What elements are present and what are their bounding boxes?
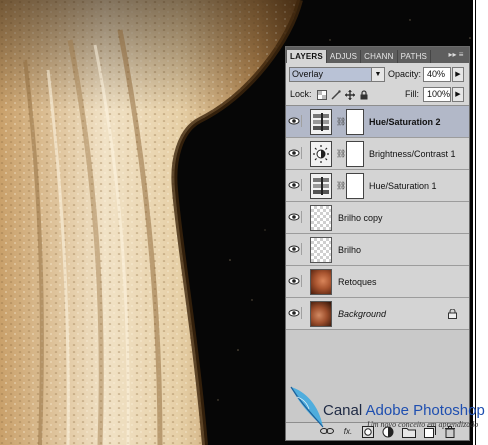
- layer-name[interactable]: Brilho: [338, 234, 361, 266]
- chain-link-icon[interactable]: ⛓: [336, 117, 346, 126]
- layer-row-brilho[interactable]: Brilho: [286, 234, 469, 266]
- eye-icon[interactable]: [288, 115, 302, 127]
- lock-fill-row: Lock: Fill: 100% ▶: [286, 87, 469, 103]
- layer-row-hue-saturation-2[interactable]: ⛓ Hue/Saturation 2: [286, 106, 469, 138]
- tab-channels[interactable]: CHANN: [361, 50, 398, 63]
- layers-list: ⛓ Hue/Saturation 2 ⛓ Brightness/Contrast…: [286, 105, 469, 422]
- eye-icon[interactable]: [288, 307, 302, 319]
- eye-icon[interactable]: [288, 147, 302, 159]
- layer-row-retoques[interactable]: Retoques: [286, 266, 469, 298]
- panel-tab-bar: LAYERS ADJUS CHANN PATHS ▸▸ ≡: [286, 47, 469, 63]
- lock-all-icon[interactable]: [359, 90, 369, 100]
- eye-icon[interactable]: [288, 211, 302, 223]
- layer-thumbnail: [310, 205, 332, 231]
- opacity-slider-arrow-icon[interactable]: ▶: [452, 67, 464, 82]
- hue-saturation-adjustment-icon: [310, 173, 332, 199]
- tab-adjustments[interactable]: ADJUS: [327, 50, 362, 63]
- channel-watermark: Canal Adobe Photoshop Um novo conceito e…: [287, 381, 487, 441]
- chevron-down-icon[interactable]: ▼: [371, 67, 385, 82]
- tab-layers[interactable]: LAYERS: [287, 50, 327, 63]
- layer-thumbnail: [310, 237, 332, 263]
- layer-row-brilho-copy[interactable]: Brilho copy: [286, 202, 469, 234]
- fill-field[interactable]: 100%: [423, 87, 451, 102]
- eye-icon[interactable]: [288, 179, 302, 191]
- lock-position-icon[interactable]: [345, 90, 355, 100]
- hue-saturation-adjustment-icon: [310, 109, 332, 135]
- layer-thumbnail: [310, 269, 332, 295]
- layer-mask-thumbnail[interactable]: [346, 109, 364, 135]
- layer-thumbnail: [310, 301, 332, 327]
- panel-menu-icon[interactable]: ▸▸ ≡: [447, 49, 465, 60]
- layer-row-background[interactable]: Background: [286, 298, 469, 330]
- layer-row-brightness-contrast-1[interactable]: ⛓ Brightness/Contrast 1: [286, 138, 469, 170]
- opacity-label: Opacity:: [388, 69, 422, 79]
- fill-label: Fill:: [405, 89, 419, 99]
- watermark-tagline: Um novo conceito em aprendizado: [367, 420, 479, 429]
- layer-name[interactable]: Brightness/Contrast 1: [369, 138, 456, 170]
- eye-icon[interactable]: [288, 243, 302, 255]
- opacity-field[interactable]: 40%: [423, 67, 451, 82]
- lock-pixels-icon[interactable]: [331, 90, 341, 100]
- lock-label: Lock:: [290, 89, 312, 99]
- layer-row-hue-saturation-1[interactable]: ⛓ Hue/Saturation 1: [286, 170, 469, 202]
- layer-name[interactable]: Retoques: [338, 266, 377, 298]
- layer-name[interactable]: Background: [338, 298, 386, 330]
- layer-name[interactable]: Hue/Saturation 1: [369, 170, 437, 202]
- eye-icon[interactable]: [288, 275, 302, 287]
- layer-mask-thumbnail[interactable]: [346, 173, 364, 199]
- lock-icon: [448, 308, 457, 319]
- brightness-contrast-adjustment-icon: [310, 141, 332, 167]
- tab-paths[interactable]: PATHS: [398, 50, 432, 63]
- layer-mask-thumbnail[interactable]: [346, 141, 364, 167]
- chain-link-icon[interactable]: ⛓: [336, 181, 346, 190]
- layer-name[interactable]: Hue/Saturation 2: [369, 106, 441, 138]
- chain-link-icon[interactable]: ⛓: [336, 149, 346, 158]
- watermark-brand: Canal Adobe Photoshop: [323, 402, 485, 419]
- blend-opacity-row: Overlay ▼ Opacity: 40% ▶: [286, 67, 469, 83]
- layer-name[interactable]: Brilho copy: [338, 202, 383, 234]
- lock-transparent-icon[interactable]: [317, 90, 327, 100]
- fill-slider-arrow-icon[interactable]: ▶: [452, 87, 464, 102]
